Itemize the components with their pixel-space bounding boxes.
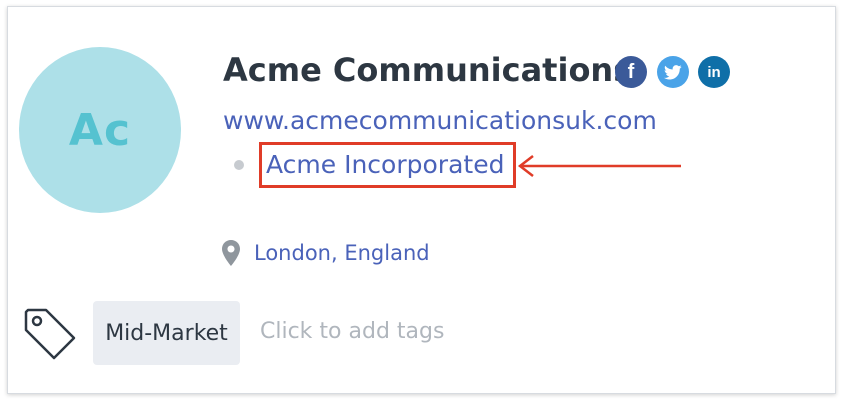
location-pin-icon <box>222 240 240 266</box>
twitter-bird-icon <box>664 64 682 79</box>
facebook-icon[interactable]: f <box>615 56 647 88</box>
annotation-arrow-icon <box>517 155 681 177</box>
tag-icon <box>24 308 76 360</box>
parent-company-row: Acme Incorporated <box>234 142 517 188</box>
company-name: Acme Communications <box>223 51 633 89</box>
twitter-icon[interactable] <box>657 56 689 88</box>
linkedin-glyph: in <box>707 63 721 81</box>
linkedin-icon[interactable]: in <box>698 56 730 88</box>
website-link[interactable]: www.acmecommunicationsuk.com <box>223 106 657 135</box>
location-text[interactable]: London, England <box>254 241 430 265</box>
tag-chip-mid-market[interactable]: Mid-Market <box>93 301 240 365</box>
location-row: London, England <box>221 238 430 268</box>
company-card: Ac Acme Communications f in www.acmecomm… <box>7 6 836 394</box>
avatar-initials: Ac <box>68 104 132 156</box>
parent-company-link[interactable]: Acme Incorporated <box>259 142 517 188</box>
bullet-dot <box>234 160 244 170</box>
avatar: Ac <box>19 47 181 213</box>
facebook-glyph: f <box>627 60 635 83</box>
add-tags-input[interactable]: Click to add tags <box>260 319 444 344</box>
